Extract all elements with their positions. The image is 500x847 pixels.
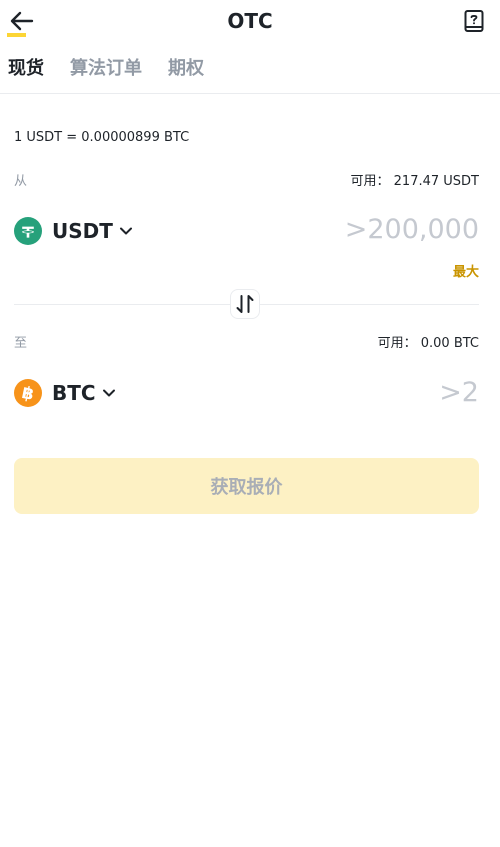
max-button[interactable]: 最大 [453,261,479,280]
page-title: OTC [227,9,273,33]
tab-options[interactable]: 期权 [168,56,204,96]
exchange-rate: 1 USDT = 0.00000899 BTC [14,130,190,145]
tab-bar: 现货 算法订单 期权 [8,56,230,96]
tab-spot[interactable]: 现货 [8,56,44,96]
from-amount-input[interactable]: >200,000 [345,213,479,247]
to-coin-name: BTC [52,381,96,405]
tether-icon [14,217,42,245]
from-available-balance: 可用： 217.47 USDT [350,174,479,189]
chevron-down-icon [119,227,132,235]
bitcoin-icon: ฿ [14,379,42,407]
from-coin-name: USDT [52,219,113,243]
tab-algo-orders[interactable]: 算法订单 [70,56,142,96]
to-available-balance: 可用： 0.00 BTC [377,336,479,351]
to-amount-input[interactable]: >2 [439,376,479,410]
active-tab-indicator [7,33,26,37]
to-coin-selector[interactable]: ฿ BTC [14,379,116,407]
from-coin-selector[interactable]: USDT [14,217,133,245]
book-question-icon [464,10,484,32]
swap-button[interactable] [230,289,260,319]
guide-button[interactable] [462,9,486,33]
to-label: 至 [14,336,28,351]
swap-vertical-icon [236,295,254,313]
from-label: 从 [14,174,28,189]
chevron-down-icon [102,389,115,397]
tabs-divider [0,93,500,94]
get-quote-button[interactable]: 获取报价 [14,458,479,514]
